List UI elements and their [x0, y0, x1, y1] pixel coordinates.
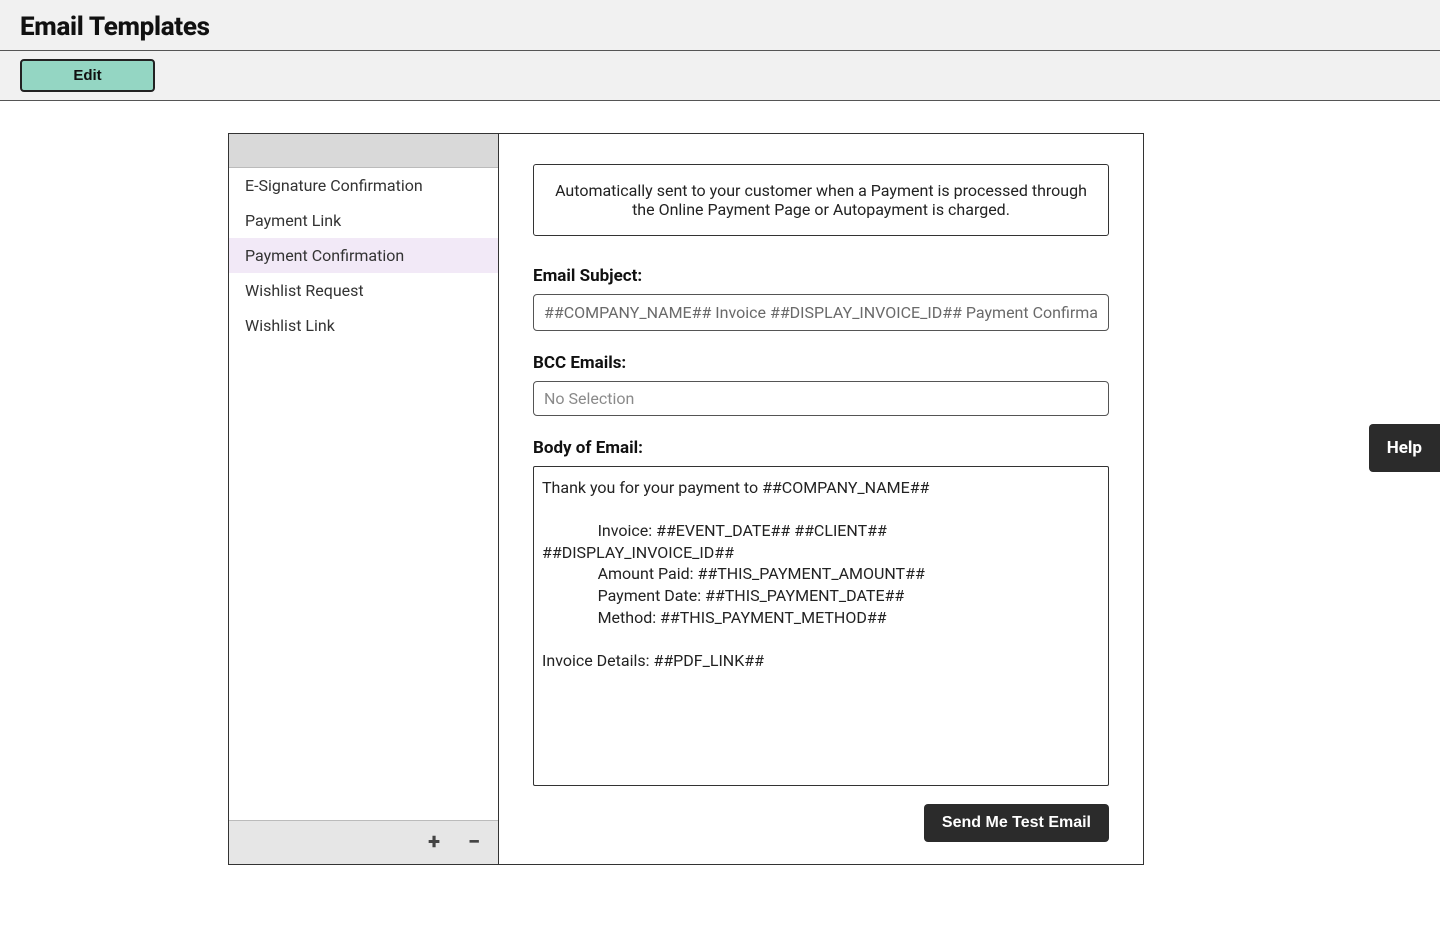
page-header: Email Templates — [0, 0, 1440, 51]
templates-panel: E-Signature ConfirmationPayment LinkPaym… — [228, 133, 1144, 865]
body-textarea[interactable]: Thank you for your payment to ##COMPANY_… — [533, 466, 1109, 786]
edit-button[interactable]: Edit — [20, 59, 155, 92]
sidebar-item[interactable]: Wishlist Link — [229, 308, 498, 343]
send-test-email-button[interactable]: Send Me Test Email — [924, 804, 1109, 842]
templates-sidebar: E-Signature ConfirmationPayment LinkPaym… — [229, 134, 499, 864]
sidebar-item[interactable]: Payment Confirmation — [229, 238, 498, 273]
toolbar: Edit — [0, 51, 1440, 101]
detail-footer: Send Me Test Email — [533, 804, 1109, 842]
sidebar-item[interactable]: Payment Link — [229, 203, 498, 238]
subject-input[interactable] — [533, 294, 1109, 331]
body-label: Body of Email: — [533, 438, 1109, 458]
content-wrap: E-Signature ConfirmationPayment LinkPaym… — [0, 101, 1440, 865]
bcc-select[interactable]: No Selection — [533, 381, 1109, 416]
minus-icon[interactable]: − — [462, 832, 486, 854]
sidebar-headerbar — [229, 134, 498, 168]
subject-label: Email Subject: — [533, 266, 1109, 286]
template-description: Automatically sent to your customer when… — [533, 164, 1109, 236]
page-title: Email Templates — [20, 12, 1420, 42]
help-tab[interactable]: Help — [1369, 424, 1440, 472]
sidebar-footer: + − — [229, 820, 498, 864]
template-detail: Automatically sent to your customer when… — [499, 134, 1143, 864]
sidebar-list: E-Signature ConfirmationPayment LinkPaym… — [229, 168, 498, 820]
plus-icon[interactable]: + — [422, 832, 446, 854]
bcc-label: BCC Emails: — [533, 353, 1109, 373]
sidebar-item[interactable]: Wishlist Request — [229, 273, 498, 308]
sidebar-item[interactable]: E-Signature Confirmation — [229, 168, 498, 203]
